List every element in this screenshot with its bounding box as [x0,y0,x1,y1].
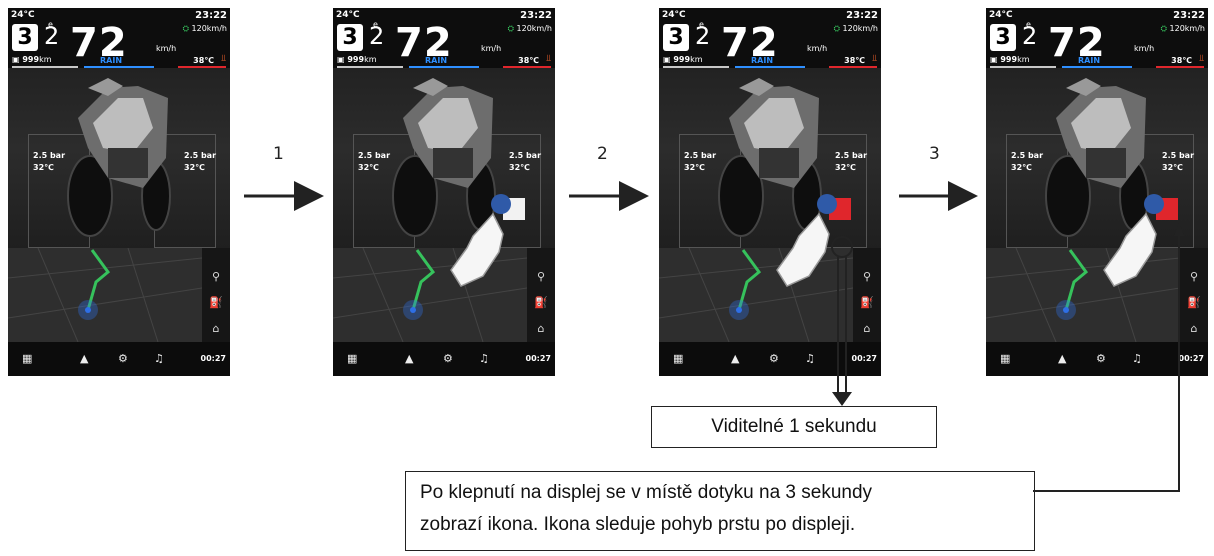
tap-icon-connector [1033,232,1180,492]
touch-point-marker [831,236,853,258]
diagram-arrows [244,181,1184,492]
